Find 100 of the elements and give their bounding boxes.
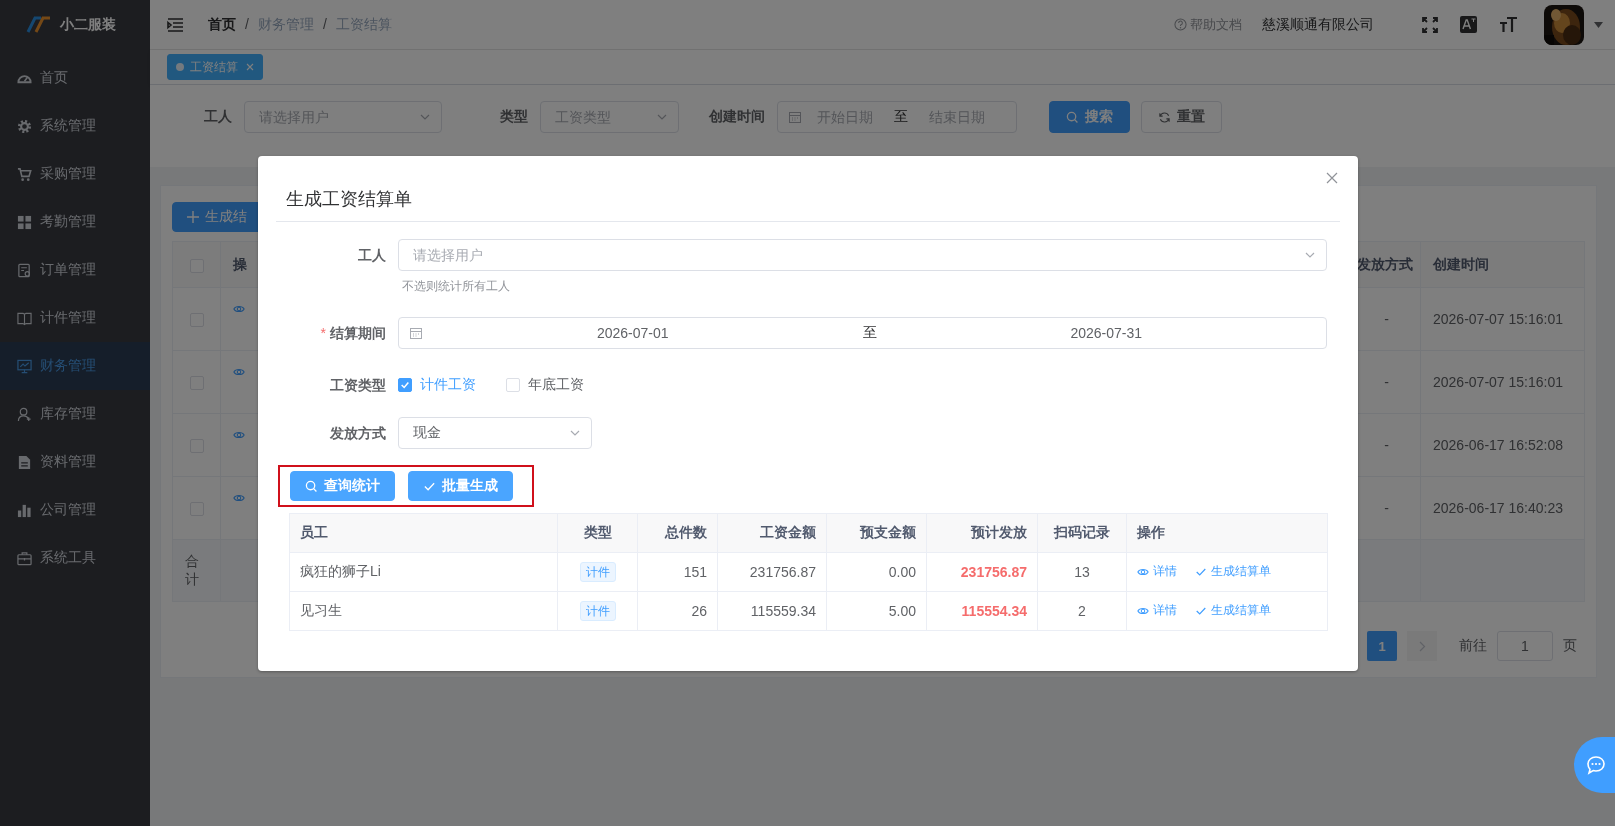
table-cell: 2026-07-07 15:16:01 xyxy=(1420,287,1585,351)
start-date-input[interactable]: 2026-07-01 xyxy=(423,325,843,341)
column-header: 预计发放 xyxy=(926,513,1038,553)
table-cell: 5.00 xyxy=(826,591,927,631)
document-icon xyxy=(17,262,32,278)
field-label: 工人 xyxy=(203,108,233,126)
field-label: 类型 xyxy=(499,108,529,126)
table-cell: 2026-07-07 15:16:01 xyxy=(1420,350,1585,414)
date-range-field[interactable]: 2026-07-01 至 2026-07-31 xyxy=(398,317,1327,349)
checkbox-label[interactable]: 计件工资 xyxy=(420,376,476,394)
sidebar-item[interactable]: 订单管理 xyxy=(0,246,150,294)
column-header: 类型 xyxy=(557,513,638,553)
column-header: 总件数 xyxy=(637,513,718,553)
book-icon xyxy=(17,310,32,326)
type-tag: 计件 xyxy=(579,601,616,621)
sidebar-item[interactable]: 财务管理 xyxy=(0,342,150,390)
breadcrumb-separator: / xyxy=(245,15,249,34)
cart-icon xyxy=(17,166,32,182)
grid-icon xyxy=(17,214,32,230)
eye-icon[interactable] xyxy=(233,366,245,378)
generate-link[interactable]: 生成结算单 xyxy=(1195,563,1271,581)
select-field[interactable]: 请选择用户 xyxy=(398,239,1327,271)
column-header: 工资金额 xyxy=(717,513,827,553)
briefcase-icon xyxy=(17,550,32,566)
table-cell: 2 xyxy=(1037,591,1127,631)
search-icon xyxy=(305,479,318,493)
page-tab[interactable]: 工资结算 xyxy=(167,54,263,80)
select-input[interactable]: 请选择用户 xyxy=(413,247,1304,263)
table-cell: 13 xyxy=(1037,552,1127,592)
required-mark: * xyxy=(320,325,326,341)
table-cell: 231756.87 xyxy=(926,552,1038,592)
checkbox-label[interactable]: 年底工资 xyxy=(528,376,584,394)
select-field[interactable]: 现金 xyxy=(398,417,592,449)
logo-icon xyxy=(26,16,52,34)
calendar-icon xyxy=(788,110,802,124)
page-button[interactable]: 1 xyxy=(1367,631,1397,661)
eye-icon[interactable] xyxy=(233,429,245,441)
detail-link[interactable]: 详情 xyxy=(1137,563,1177,581)
breadcrumb-separator: / xyxy=(322,15,327,34)
chat-icon xyxy=(1586,755,1606,775)
app-logo-text: 小二服装 xyxy=(60,16,116,34)
chevron-right-icon xyxy=(1418,640,1426,652)
sidebar-item[interactable]: 计件管理 xyxy=(0,294,150,342)
table-cell: 2026-06-17 16:40:23 xyxy=(1420,476,1585,540)
sidebar-item[interactable]: 公司管理 xyxy=(0,486,150,534)
table-cell: 合计 xyxy=(172,539,221,602)
detail-link[interactable]: 详情 xyxy=(1137,602,1177,620)
table-cell: 115554.34 xyxy=(926,591,1038,631)
reset-button[interactable]: 重置 xyxy=(1141,101,1222,133)
type-tag: 计件 xyxy=(579,562,616,582)
breadcrumb-link[interactable]: 首页 xyxy=(208,15,236,34)
page-suffix: 页 xyxy=(1563,637,1577,655)
column-header: 扫码记录 xyxy=(1037,513,1127,553)
column-header: 员工 xyxy=(289,513,558,553)
table-cell: 151 xyxy=(637,552,718,592)
field-hint: 不选则统计所有工人 xyxy=(401,279,511,293)
column-header: 操作 xyxy=(1126,513,1328,553)
field-label: 工人 xyxy=(358,247,386,263)
search-button[interactable]: 搜索 xyxy=(1049,101,1130,133)
translate-icon[interactable] xyxy=(1460,16,1477,33)
dialog-title: 生成工资结算单 xyxy=(276,156,1340,222)
table-cell: 231756.87 xyxy=(717,552,827,592)
sidebar-item[interactable]: 采购管理 xyxy=(0,150,150,198)
menu-icon[interactable] xyxy=(167,17,184,32)
field-label: 结算期间 xyxy=(330,325,386,341)
font-size-icon[interactable] xyxy=(1499,16,1518,33)
field-label: 发放方式 xyxy=(330,425,386,441)
bar-chart-icon xyxy=(17,502,32,518)
company-name: 慈溪顺通有限公司 xyxy=(1262,15,1374,34)
search-icon xyxy=(1066,110,1079,124)
file-icon xyxy=(17,454,32,470)
monitor-icon xyxy=(17,358,32,374)
page-input[interactable]: 1 xyxy=(1497,631,1553,661)
field-label: 创建时间 xyxy=(708,108,766,126)
check-icon xyxy=(400,380,410,390)
eye-icon[interactable] xyxy=(233,492,245,504)
plus-icon xyxy=(187,211,199,223)
query-button[interactable]: 查询统计 xyxy=(290,471,395,501)
generate-button[interactable]: 批量生成 xyxy=(408,471,513,501)
help-icon xyxy=(1174,18,1187,31)
fullscreen-icon[interactable] xyxy=(1422,16,1438,33)
eye-icon[interactable] xyxy=(233,303,245,315)
column-header: 创建时间 xyxy=(1420,241,1585,288)
generate-link[interactable]: 生成结算单 xyxy=(1195,602,1271,620)
sidebar-item[interactable]: 系统管理 xyxy=(0,102,150,150)
sidebar-item[interactable]: 考勤管理 xyxy=(0,198,150,246)
gear-icon xyxy=(17,118,32,134)
table-cell: 2026-06-17 16:52:08 xyxy=(1420,413,1585,477)
sidebar-item[interactable]: 库存管理 xyxy=(0,390,150,438)
select-input[interactable]: 现金 xyxy=(413,425,569,441)
checkbox[interactable] xyxy=(398,378,412,392)
column-header: 预支金额 xyxy=(826,513,927,553)
next-page-button[interactable] xyxy=(1407,631,1437,661)
sidebar-item[interactable]: 系统工具 xyxy=(0,534,150,582)
sidebar-item[interactable]: 资料管理 xyxy=(0,438,150,486)
end-date-input[interactable]: 2026-07-31 xyxy=(896,325,1316,341)
dot-icon xyxy=(176,63,184,71)
sidebar-item[interactable]: 首页 xyxy=(0,54,150,102)
caret-icon[interactable] xyxy=(1594,21,1603,28)
close-icon[interactable] xyxy=(1326,172,1338,184)
